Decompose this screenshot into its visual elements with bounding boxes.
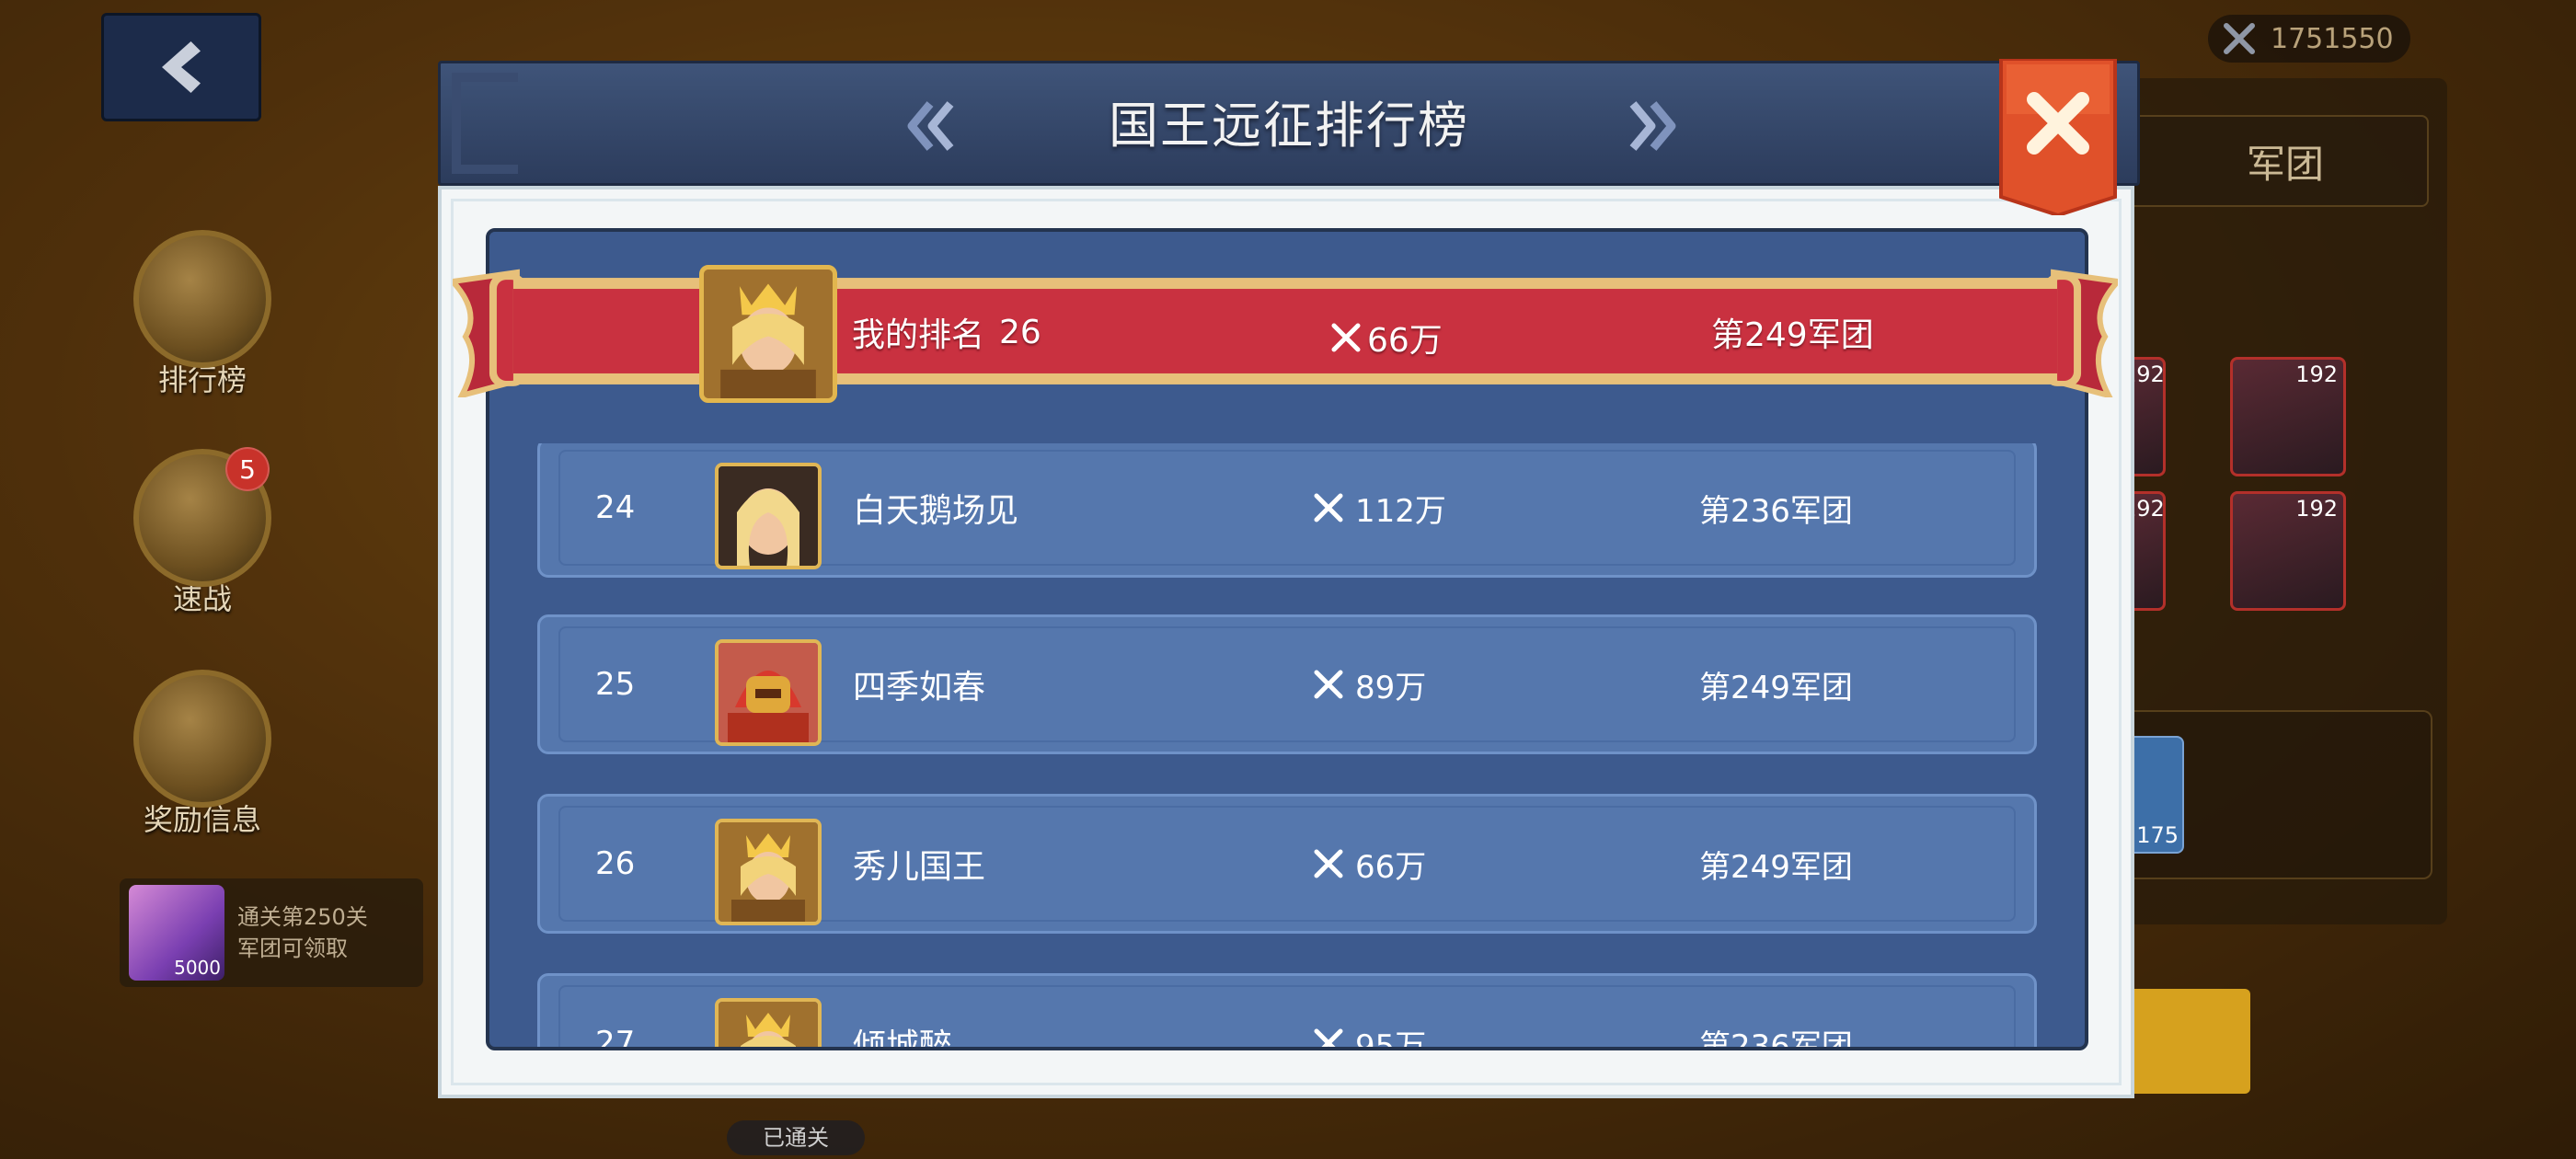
player-power: 89万 [1355,669,1427,706]
reward-amount: 5000 [174,957,221,979]
crossed-swords-icon [1331,323,1361,352]
table-row[interactable]: 27 倾城醉 95万 第236军团 [537,973,2037,1047]
player-name: 秀儿国王 [853,848,986,886]
gem-reward-icon: 5000 [129,885,224,981]
row-rank: 24 [595,489,636,526]
my-power: 66万 [1367,322,1443,360]
back-button[interactable] [101,13,261,121]
player-avatar [715,463,822,569]
notification-badge: 5 [225,447,270,491]
crossed-swords-icon [1314,493,1343,522]
legion-tab-label: 军团 [2247,141,2325,187]
cleared-label: 已通关 [727,1120,865,1155]
player-name: 白天鹅场见 [853,492,1019,530]
crossed-swords-icon [1314,670,1343,699]
reward-tip-line2: 军团可领取 [237,935,348,961]
modal-title: 国王远征排行榜 [1109,97,1469,155]
reward-tip-line1: 通关第250关 [237,904,368,930]
side-menu-quick-battle[interactable]: 5 速战 [129,447,276,618]
player-legion: 第236军团 [1699,1027,1853,1048]
row-rank: 26 [595,845,636,882]
player-power: 66万 [1355,848,1427,886]
hero-card[interactable]: 192 [2230,357,2346,476]
player-name: 四季如春 [853,669,986,706]
player-power: 95万 [1355,1027,1427,1048]
close-button[interactable] [1997,59,2119,215]
hero-level: 192 [2295,361,2338,387]
modal-header: 国王远征排行榜 [438,61,2140,186]
leaderboard-modal: 国王远征排行榜 24 白天鹅场见 112万 第236军团 25 四季如春 89万… [438,59,2140,1098]
crossed-swords-icon [1314,1028,1343,1047]
item-card-value: 175 [2136,822,2179,848]
table-row[interactable]: 25 四季如春 89万 第249军团 [537,614,2037,754]
my-rank-label: 我的排名 [852,316,985,354]
row-rank: 27 [595,1025,636,1047]
yellow-action-button[interactable] [2116,989,2250,1094]
player-avatar [715,819,822,925]
player-power: 112万 [1355,492,1446,530]
double-chevron-right-icon[interactable] [1620,97,1685,155]
chevron-left-icon [162,41,201,93]
my-avatar [699,265,837,403]
row-rank: 25 [595,666,636,703]
quick-battle-icon: 5 [133,447,271,587]
legion-tab[interactable]: 军团 [2116,115,2429,207]
reward-tip: 5000 通关第250关 军团可领取 [120,878,423,987]
hero-level: 192 [2295,496,2338,522]
player-avatar [715,998,822,1047]
player-avatar [715,639,822,746]
player-legion: 第236军团 [1699,492,1853,530]
side-menu-leaderboard[interactable]: 排行榜 [129,230,276,399]
side-menu-reward-info[interactable]: 奖励信息 [129,670,276,839]
my-rank-number: 26 [999,313,1041,351]
crossed-swords-icon [1314,849,1343,878]
player-legion: 第249军团 [1699,669,1853,706]
leaderboard-icon [133,230,271,368]
hero-card[interactable]: 192 [2230,491,2346,611]
reward-chest-icon [133,670,271,808]
player-legion: 第249军团 [1699,848,1853,886]
total-power-value: 1751550 [2271,22,2394,55]
my-legion: 第249军团 [1711,316,1874,354]
player-name: 倾城醉 [853,1027,953,1047]
table-row[interactable]: 26 秀儿国王 66万 第249军团 [537,794,2037,934]
crossed-swords-icon [2224,23,2255,54]
total-power-display: 1751550 [2208,15,2410,63]
table-row[interactable]: 24 白天鹅场见 112万 第236军团 [537,438,2037,578]
